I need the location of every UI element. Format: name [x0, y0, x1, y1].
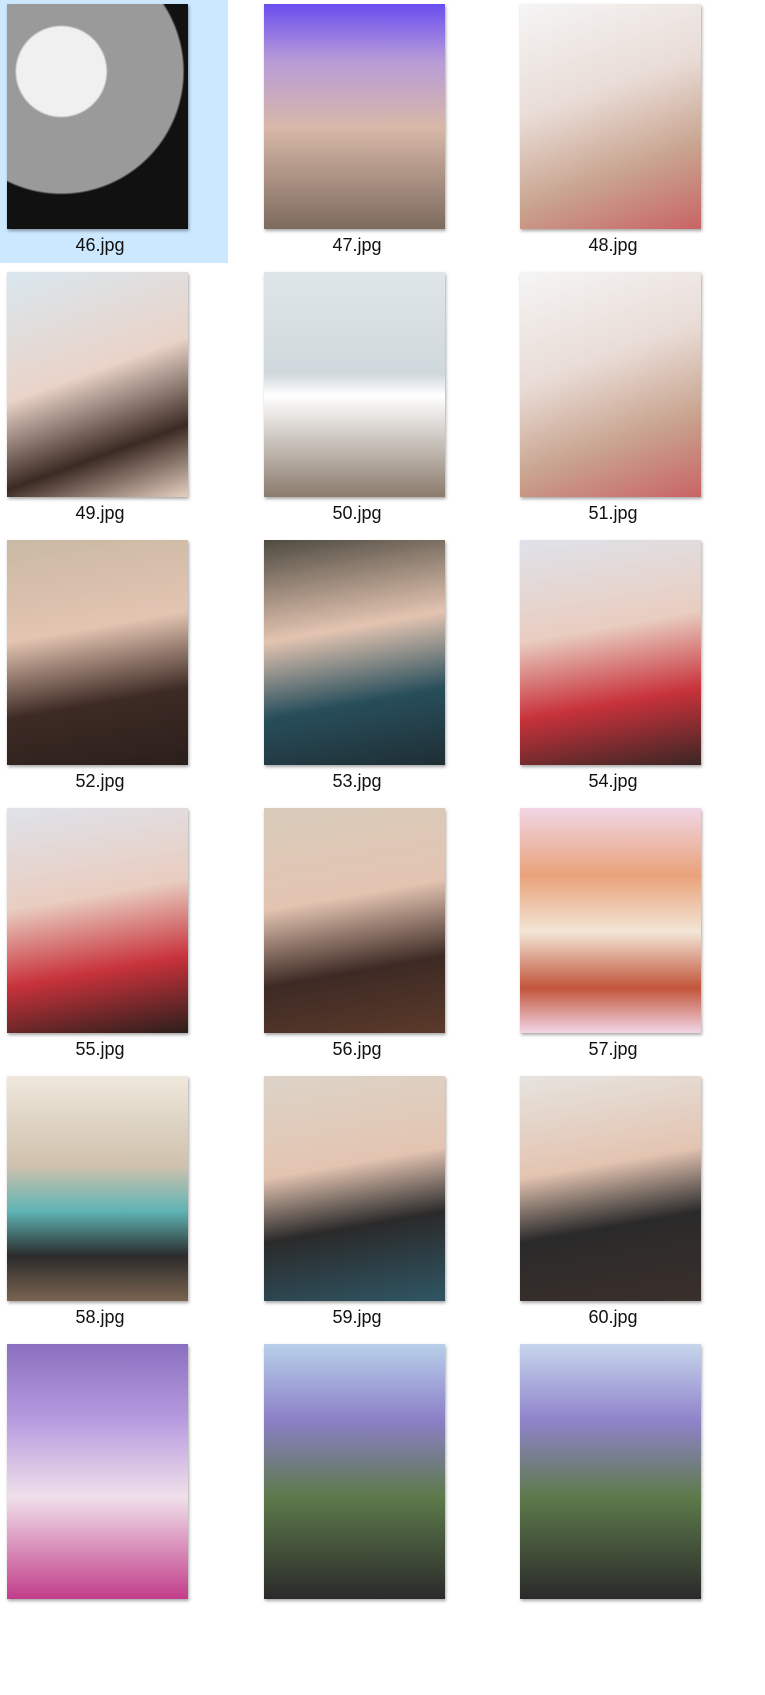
file-item-50[interactable]: 50.jpg: [257, 268, 485, 531]
file-name-label: 48.jpg: [588, 235, 638, 255]
image-thumbnail-icon: [7, 1076, 188, 1301]
file-thumbnail: [264, 540, 445, 765]
file-thumbnail: [264, 808, 445, 1033]
image-thumbnail-icon: [264, 1076, 445, 1301]
file-item-61[interactable]: [0, 1340, 228, 1695]
file-item-57[interactable]: 57.jpg: [513, 804, 741, 1067]
file-item-52[interactable]: 52.jpg: [0, 536, 228, 799]
file-item-49[interactable]: 49.jpg: [0, 268, 228, 531]
file-grid: 46.jpg 47.jpg 48.jpg 49.jpg 50.jpg 51.jp…: [0, 0, 765, 1695]
file-thumbnail: [7, 540, 188, 765]
file-item-54[interactable]: 54.jpg: [513, 536, 741, 799]
image-thumbnail-icon: [520, 808, 701, 1033]
image-thumbnail-icon: [520, 4, 701, 229]
file-item-59[interactable]: 59.jpg: [257, 1072, 485, 1335]
image-thumbnail-icon: [264, 272, 445, 497]
file-name-label: 47.jpg: [332, 235, 382, 255]
file-name-label: 49.jpg: [75, 503, 125, 523]
file-item-55[interactable]: 55.jpg: [0, 804, 228, 1067]
image-thumbnail-icon: [520, 1076, 701, 1301]
file-thumbnail: [520, 4, 701, 229]
file-name-label: 57.jpg: [588, 1039, 638, 1059]
file-thumbnail: [264, 1076, 445, 1301]
file-name-label: 59.jpg: [332, 1307, 382, 1327]
image-thumbnail-icon: [264, 1344, 445, 1599]
image-thumbnail-icon: [520, 1344, 701, 1599]
image-thumbnail-icon: [264, 540, 445, 765]
file-item-62[interactable]: [257, 1340, 485, 1695]
image-thumbnail-icon: [264, 4, 445, 229]
file-item-51[interactable]: 51.jpg: [513, 268, 741, 531]
file-thumbnail: [520, 540, 701, 765]
file-item-46[interactable]: 46.jpg: [0, 0, 228, 263]
file-item-58[interactable]: 58.jpg: [0, 1072, 228, 1335]
file-name-label: 60.jpg: [588, 1307, 638, 1327]
file-thumbnail: [7, 4, 188, 229]
file-item-56[interactable]: 56.jpg: [257, 804, 485, 1067]
file-thumbnail: [520, 1344, 701, 1599]
file-thumbnail: [264, 4, 445, 229]
image-thumbnail-icon: [7, 272, 188, 497]
file-thumbnail: [7, 808, 188, 1033]
file-item-53[interactable]: 53.jpg: [257, 536, 485, 799]
file-name-label: 52.jpg: [75, 771, 125, 791]
file-thumbnail: [520, 1076, 701, 1301]
file-thumbnail: [7, 272, 188, 497]
file-item-48[interactable]: 48.jpg: [513, 0, 741, 263]
file-name-label: 46.jpg: [75, 235, 125, 255]
file-item-63[interactable]: [513, 1340, 741, 1695]
file-name-label: 56.jpg: [332, 1039, 382, 1059]
image-thumbnail-icon: [7, 4, 188, 229]
image-thumbnail-icon: [520, 540, 701, 765]
file-name-label: 51.jpg: [588, 503, 638, 523]
file-name-label: 58.jpg: [75, 1307, 125, 1327]
image-thumbnail-icon: [7, 808, 188, 1033]
file-thumbnail: [264, 1344, 445, 1599]
file-thumbnail: [520, 272, 701, 497]
image-thumbnail-icon: [264, 808, 445, 1033]
image-thumbnail-icon: [7, 1344, 188, 1599]
image-thumbnail-icon: [7, 540, 188, 765]
file-name-label: 55.jpg: [75, 1039, 125, 1059]
file-name-label: 54.jpg: [588, 771, 638, 791]
file-name-label: 50.jpg: [332, 503, 382, 523]
file-item-60[interactable]: 60.jpg: [513, 1072, 741, 1335]
image-thumbnail-icon: [520, 272, 701, 497]
file-thumbnail: [7, 1344, 188, 1599]
file-thumbnail: [7, 1076, 188, 1301]
file-item-47[interactable]: 47.jpg: [257, 0, 485, 263]
file-thumbnail: [264, 272, 445, 497]
file-name-label: 53.jpg: [332, 771, 382, 791]
file-thumbnail: [520, 808, 701, 1033]
